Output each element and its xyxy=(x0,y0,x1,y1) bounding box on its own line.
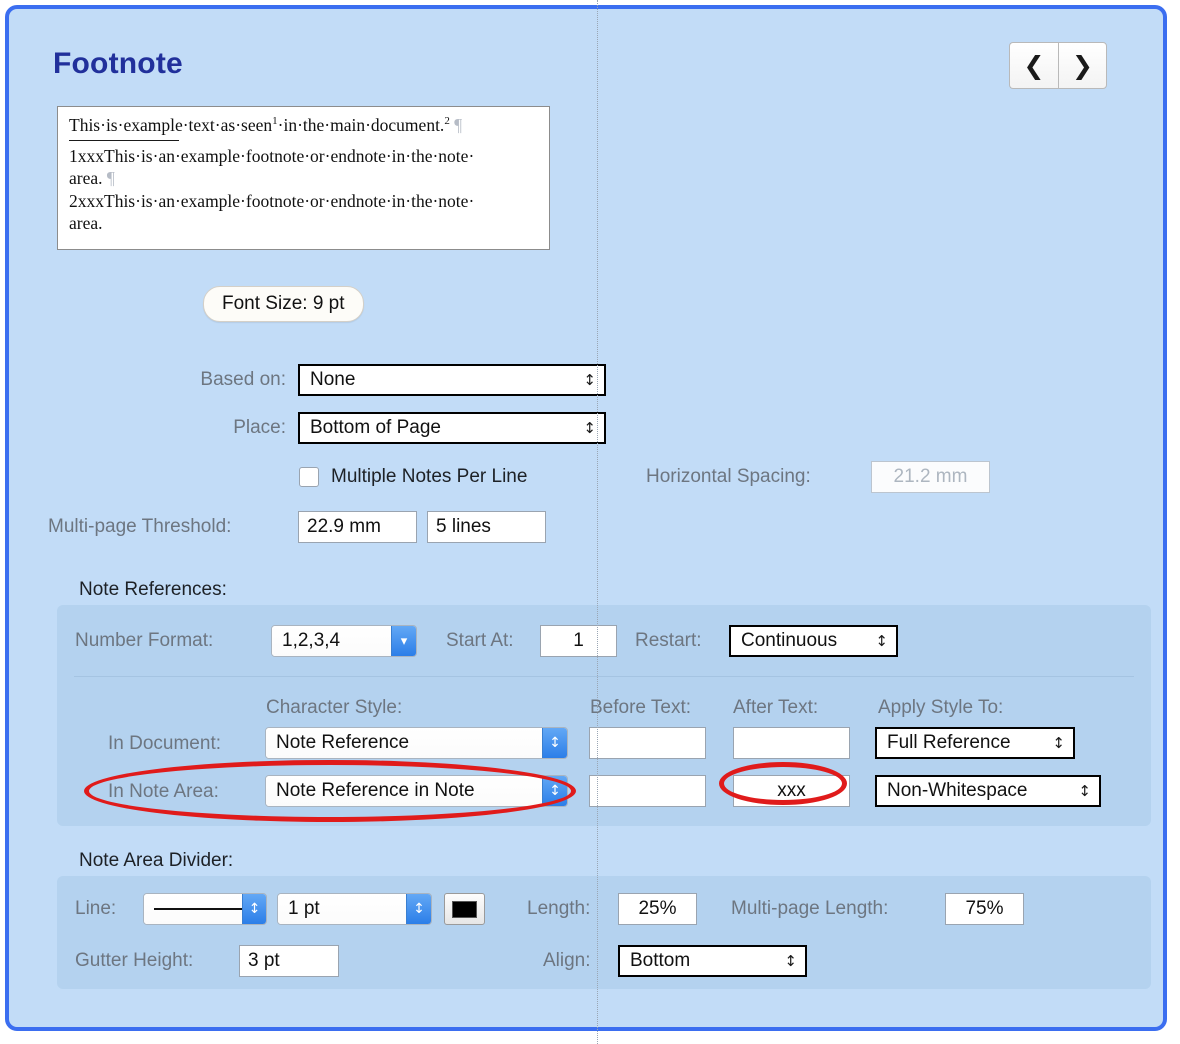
place-select[interactable]: Bottom of Page ↕ xyxy=(298,412,606,444)
solid-line-icon xyxy=(154,908,242,910)
multipage-length-input[interactable]: 75% xyxy=(945,893,1024,925)
line-style-preview xyxy=(144,894,242,924)
multiple-notes-per-line-label: Multiple Notes Per Line xyxy=(331,466,528,487)
note-references-divider xyxy=(74,676,1134,677)
restart-label: Restart: xyxy=(635,630,702,651)
based-on-label: Based on: xyxy=(200,369,286,390)
place-label: Place: xyxy=(233,417,286,438)
preview-document-line: This·is·example·text·as·seen1·in·the·mai… xyxy=(69,115,539,137)
stepper-updown-icon: ↕ xyxy=(406,894,431,924)
align-value: Bottom xyxy=(630,950,691,971)
before-text-column-header: Before Text: xyxy=(590,697,692,718)
length-label: Length: xyxy=(527,898,591,919)
multipage-length-label: Multi-page Length: xyxy=(731,898,889,919)
restart-value: Continuous xyxy=(741,630,838,651)
preview-pilcrow-1: ¶ xyxy=(454,115,463,135)
length-input[interactable]: 25% xyxy=(618,893,697,925)
in-document-label: In Document: xyxy=(108,733,221,754)
footnote-settings-dialog: Footnote ❮ ❯ This·is·example·text·as·see… xyxy=(5,5,1167,1031)
color-swatch-icon xyxy=(452,900,477,918)
in-note-area-character-style-value: Note Reference in Note xyxy=(266,776,542,806)
in-note-area-label: In Note Area: xyxy=(108,781,219,802)
multipage-threshold-label: Multi-page Threshold: xyxy=(48,516,232,537)
in-note-area-character-style-combobox[interactable]: Note Reference in Note ↕ xyxy=(265,775,568,807)
preview-note-line-3: 2xxxThis·is·an·example·footnote·or·endno… xyxy=(69,190,475,211)
chevron-updown-icon: ↕ xyxy=(583,418,596,437)
align-select[interactable]: Bottom ↕ xyxy=(618,945,807,977)
preview-note-line-4: area. xyxy=(69,213,103,234)
next-button[interactable]: ❯ xyxy=(1058,42,1107,89)
in-note-area-apply-style-to-value: Non-Whitespace xyxy=(887,780,1028,801)
horizontal-spacing-input[interactable]: 21.2 mm xyxy=(871,461,990,493)
character-style-column-header: Character Style: xyxy=(266,697,403,718)
preview-sup-2: 2 xyxy=(444,115,450,128)
note-references-section-label: Note References: xyxy=(79,579,227,600)
preview-note-line-2: area. ¶ xyxy=(69,167,539,189)
in-document-before-text-input[interactable] xyxy=(589,727,706,759)
based-on-select[interactable]: None ↕ xyxy=(298,364,606,396)
preview-divider-line xyxy=(69,139,179,141)
chevron-updown-icon: ↕ xyxy=(583,370,596,389)
in-note-area-after-text-input[interactable]: xxx xyxy=(733,775,850,807)
gutter-height-label: Gutter Height: xyxy=(75,950,194,971)
align-label: Align: xyxy=(543,950,591,971)
in-note-area-before-text-input[interactable] xyxy=(589,775,706,807)
restart-select[interactable]: Continuous ↕ xyxy=(729,625,898,657)
preview-doc-mid: ·in·the·main·document. xyxy=(277,115,445,135)
horizontal-spacing-label: Horizontal Spacing: xyxy=(646,466,811,487)
chevron-updown-icon: ↕ xyxy=(784,951,797,970)
preview-pilcrow-2: ¶ xyxy=(106,168,115,189)
chevron-updown-icon: ↕ xyxy=(875,631,888,650)
multiple-notes-per-line-checkbox[interactable] xyxy=(299,467,319,487)
stepper-updown-icon: ↕ xyxy=(542,776,567,806)
line-width-combobox[interactable]: 1 pt ↕ xyxy=(277,893,432,925)
in-document-character-style-value: Note Reference xyxy=(266,728,542,758)
multipage-threshold-lines-input[interactable]: 5 lines xyxy=(427,511,546,543)
stepper-updown-icon: ↕ xyxy=(542,728,567,758)
in-note-area-apply-style-to-select[interactable]: Non-Whitespace ↕ xyxy=(875,775,1101,807)
note-area-divider-section-label: Note Area Divider: xyxy=(79,850,234,871)
stepper-updown-icon: ↕ xyxy=(242,894,266,924)
preview-note-line-2-text: area. xyxy=(69,168,103,189)
font-size-button[interactable]: Font Size: 9 pt xyxy=(203,286,364,322)
chevron-right-icon: ❯ xyxy=(1072,51,1093,80)
footnote-preview: This·is·example·text·as·seen1·in·the·mai… xyxy=(57,106,550,250)
line-width-value: 1 pt xyxy=(278,894,406,924)
screenshot-root: Footnote ❮ ❯ This·is·example·text·as·see… xyxy=(0,0,1180,1044)
in-document-apply-style-to-select[interactable]: Full Reference ↕ xyxy=(875,727,1075,759)
in-document-character-style-combobox[interactable]: Note Reference ↕ xyxy=(265,727,568,759)
line-label: Line: xyxy=(75,898,117,919)
after-text-column-header: After Text: xyxy=(733,697,819,718)
gutter-height-input[interactable]: 3 pt xyxy=(239,945,339,977)
chevron-updown-icon: ↕ xyxy=(1052,733,1065,752)
multipage-threshold-mm-input[interactable]: 22.9 mm xyxy=(298,511,417,543)
preview-note-line-1: 1xxxThis·is·an·example·footnote·or·endno… xyxy=(69,145,475,166)
number-format-label: Number Format: xyxy=(75,630,214,651)
start-at-label: Start At: xyxy=(446,630,514,651)
line-color-swatch-button[interactable] xyxy=(444,893,485,925)
navigation-buttons: ❮ ❯ xyxy=(1009,42,1107,89)
chevron-updown-icon: ↕ xyxy=(1078,781,1091,800)
based-on-value: None xyxy=(310,369,356,390)
chevron-down-icon: ▾ xyxy=(391,626,416,656)
number-format-value: 1,2,3,4 xyxy=(272,626,391,656)
apply-style-to-column-header: Apply Style To: xyxy=(878,697,1004,718)
in-document-apply-style-to-value: Full Reference xyxy=(887,732,1011,753)
in-document-after-text-input[interactable] xyxy=(733,727,850,759)
number-format-combobox[interactable]: 1,2,3,4 ▾ xyxy=(271,625,417,657)
start-at-input[interactable]: 1 xyxy=(540,625,617,657)
previous-button[interactable]: ❮ xyxy=(1009,42,1058,89)
page-title: Footnote xyxy=(53,47,183,80)
chevron-left-icon: ❮ xyxy=(1023,51,1045,80)
line-style-combobox[interactable]: ↕ xyxy=(143,893,267,925)
place-value: Bottom of Page xyxy=(310,417,441,438)
preview-doc-text: This·is·example·text·as·seen xyxy=(69,115,273,135)
